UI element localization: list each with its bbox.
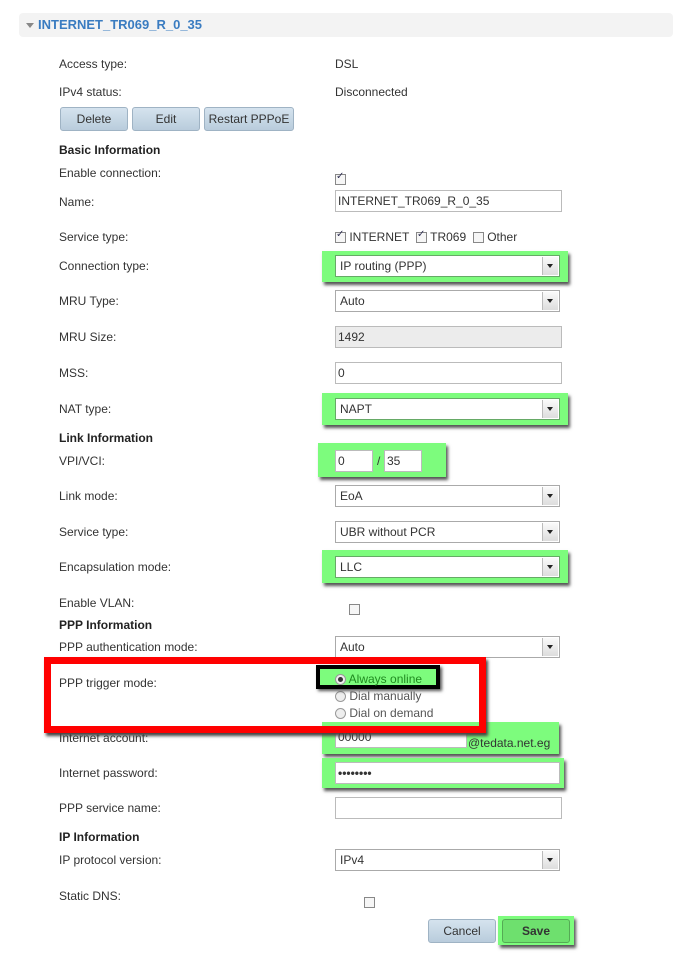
enable-vlan-checkbox[interactable] <box>349 604 361 616</box>
account-domain-suffix: @tedata.net.eg <box>468 736 551 750</box>
vci-input[interactable]: 35 <box>384 450 422 472</box>
chevron-down-icon <box>542 257 558 275</box>
page: INTERNET_TR069_R_0_35 Access type: DSL I… <box>0 0 697 960</box>
chevron-down-icon <box>542 523 558 541</box>
link-service-type-value: UBR without PCR <box>340 525 436 539</box>
internet-checkbox[interactable] <box>335 229 346 244</box>
tr069-label: TR069 <box>430 230 467 244</box>
edit-button[interactable]: Edit <box>132 107 200 131</box>
chevron-down-icon <box>542 558 558 576</box>
link-service-type-label: Service type: <box>59 525 129 539</box>
ip-protocol-value: IPv4 <box>340 853 365 867</box>
vpi-vci-separator: / <box>377 454 381 468</box>
mss-input[interactable]: 0 <box>335 362 562 384</box>
access-type-value: DSL <box>335 57 359 71</box>
link-mode-select[interactable]: EoA <box>335 485 560 507</box>
vpi-input[interactable]: 0 <box>335 450 373 472</box>
mru-size-input[interactable]: 1492 <box>335 326 562 348</box>
enable-connection-label: Enable connection: <box>59 166 162 180</box>
chevron-down-icon <box>542 638 558 656</box>
service-type-options: INTERNET TR069 Other <box>335 229 518 244</box>
internet-account-label: Internet account: <box>59 731 149 745</box>
nat-type-select[interactable]: NAPT <box>335 398 560 420</box>
vpi-vci-label: VPI/VCI: <box>59 454 106 468</box>
encapsulation-mode-select[interactable]: LLC <box>335 556 560 578</box>
save-button[interactable]: Save <box>502 919 570 943</box>
ppp-service-name-input[interactable] <box>335 797 562 819</box>
ppp-auth-mode-value: Auto <box>340 640 365 654</box>
link-service-type-select[interactable]: UBR without PCR <box>335 521 560 543</box>
ipv4-status-value: Disconnected <box>335 85 408 99</box>
link-mode-value: EoA <box>340 489 363 503</box>
connection-type-label: Connection type: <box>59 259 150 273</box>
chevron-down-icon <box>542 487 558 505</box>
chevron-down-icon <box>542 292 558 310</box>
cancel-button[interactable]: Cancel <box>428 919 496 943</box>
internet-password-input[interactable]: •••••••• <box>335 762 560 784</box>
name-label: Name: <box>59 195 95 209</box>
link-information-heading: Link Information <box>59 431 153 445</box>
other-checkbox[interactable] <box>472 232 484 244</box>
connection-type-value: IP routing (PPP) <box>340 259 427 273</box>
collapse-arrow-icon <box>26 23 34 32</box>
ppp-auth-mode-select[interactable]: Auto <box>335 636 560 658</box>
access-type-label: Access type: <box>59 57 128 71</box>
mru-size-label: MRU Size: <box>59 330 117 344</box>
encapsulation-mode-value: LLC <box>340 560 363 574</box>
static-dns-checkbox[interactable] <box>363 897 375 909</box>
trigger-mode-annotation <box>44 657 486 733</box>
enable-connection-checkbox[interactable] <box>335 171 346 186</box>
ip-protocol-label: IP protocol version: <box>59 853 162 867</box>
ppp-auth-mode-label: PPP authentication mode: <box>59 640 198 654</box>
encapsulation-mode-label: Encapsulation mode: <box>59 560 172 574</box>
ipv4-status-label: IPv4 status: <box>59 85 122 99</box>
name-input[interactable]: INTERNET_TR069_R_0_35 <box>335 190 562 212</box>
connection-type-select[interactable]: IP routing (PPP) <box>335 255 560 277</box>
connection-title: INTERNET_TR069_R_0_35 <box>38 17 203 32</box>
connection-header[interactable]: INTERNET_TR069_R_0_35 <box>19 13 673 37</box>
link-mode-label: Link mode: <box>59 489 118 503</box>
delete-button[interactable]: Delete <box>60 107 128 131</box>
internet-password-label: Internet password: <box>59 766 158 780</box>
mru-type-label: MRU Type: <box>59 294 119 308</box>
nat-type-label: NAT type: <box>59 402 112 416</box>
ppp-information-heading: PPP Information <box>59 618 153 632</box>
mss-label: MSS: <box>59 366 89 380</box>
ip-protocol-select[interactable]: IPv4 <box>335 849 560 871</box>
service-type-label: Service type: <box>59 230 129 244</box>
nat-type-value: NAPT <box>340 402 373 416</box>
mru-type-select[interactable]: Auto <box>335 290 560 312</box>
basic-information-heading: Basic Information <box>59 143 161 157</box>
chevron-down-icon <box>542 851 558 869</box>
tr069-checkbox[interactable] <box>416 229 428 244</box>
mru-type-value: Auto <box>340 294 365 308</box>
static-dns-label: Static DNS: <box>59 889 122 903</box>
internet-label: INTERNET <box>349 230 410 244</box>
other-label: Other <box>487 230 518 244</box>
chevron-down-icon <box>542 400 558 418</box>
enable-vlan-label: Enable VLAN: <box>59 596 135 610</box>
ppp-service-name-label: PPP service name: <box>59 801 161 815</box>
restart-pppoe-button[interactable]: Restart PPPoE <box>204 107 294 131</box>
ip-information-heading: IP Information <box>59 830 140 844</box>
